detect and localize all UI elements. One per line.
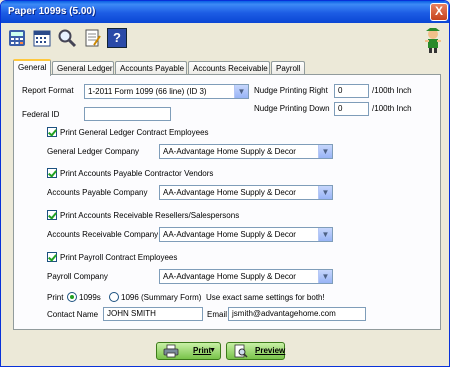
nudge-right-unit: /100th Inch: [372, 86, 412, 95]
chevron-down-icon: ▼: [318, 145, 332, 158]
checkbox-checked-icon: [47, 210, 57, 220]
nudge-down-unit: /100th Inch: [372, 104, 412, 113]
radio-1099s[interactable]: 1099s: [67, 292, 101, 302]
magnifier-icon[interactable]: [57, 28, 77, 48]
chevron-down-icon: ▼: [318, 270, 332, 283]
checkbox-checked-icon: [47, 127, 57, 137]
payroll-company-value: AA-Advantage Home Supply & Decor: [163, 272, 296, 281]
preview-icon: [234, 344, 248, 358]
ap-company-value: AA-Advantage Home Supply & Decor: [163, 188, 296, 197]
print-payroll-label: Print Payroll Contract Employees: [60, 253, 178, 262]
radio-unselected-icon: [109, 292, 119, 302]
nudge-down-label: Nudge Printing Down: [254, 104, 330, 113]
checkbox-checked-icon: [47, 168, 57, 178]
calculator-icon[interactable]: [7, 28, 27, 48]
email-label: Email: [207, 310, 228, 319]
print-ap-label: Print Accounts Payable Contractor Vendor…: [60, 169, 214, 178]
window: Paper 1099s (5.00) X ? General General L…: [0, 0, 450, 367]
ap-company-label: Accounts Payable Company: [47, 188, 148, 197]
contact-name-label: Contact Name: [47, 310, 99, 319]
chevron-down-icon: ▼: [318, 186, 332, 199]
ar-company-select[interactable]: AA-Advantage Home Supply & Decor ▼: [159, 227, 333, 242]
email-input[interactable]: jsmith@advantagehome.com: [228, 307, 366, 321]
preview-button[interactable]: Preview: [226, 342, 285, 360]
toolbar: ?: [1, 23, 449, 57]
tab-accounts-payable[interactable]: Accounts Payable: [115, 61, 187, 75]
print-ar-checkbox[interactable]: Print Accounts Receivable Resellers/Sale…: [47, 210, 239, 220]
notepad-icon[interactable]: [82, 28, 102, 48]
nudge-down-input[interactable]: 0: [334, 102, 369, 116]
ap-company-select[interactable]: AA-Advantage Home Supply & Decor ▼: [159, 185, 333, 200]
gl-company-value: AA-Advantage Home Supply & Decor: [163, 147, 296, 156]
nudge-right-label: Nudge Printing Right: [254, 86, 328, 95]
contact-name-input[interactable]: JOHN SMITH: [103, 307, 203, 321]
preview-button-label: Preview: [255, 346, 286, 355]
print-gl-label: Print General Ledger Contract Employees: [60, 128, 209, 137]
gl-company-label: General Ledger Company: [47, 147, 140, 156]
tab-payroll[interactable]: Payroll: [271, 61, 305, 75]
printer-icon: [163, 344, 179, 358]
close-button[interactable]: X: [430, 3, 448, 21]
dropdown-arrow-icon: ▼: [209, 347, 216, 354]
checkbox-checked-icon: [47, 252, 57, 262]
print-payroll-checkbox[interactable]: Print Payroll Contract Employees: [47, 252, 177, 262]
chevron-down-icon: ▼: [234, 85, 248, 98]
radio-1099s-label: 1099s: [79, 293, 101, 302]
same-settings-note: Use exact same settings for both!: [206, 293, 325, 302]
radio-selected-icon: [67, 292, 77, 302]
tab-general[interactable]: General: [13, 59, 51, 76]
report-format-label: Report Format: [22, 86, 74, 95]
general-panel: Report Format 1-2011 Form 1099 (66 line)…: [13, 74, 441, 330]
window-title: Paper 1099s (5.00): [8, 6, 96, 17]
federal-id-input[interactable]: [84, 107, 171, 121]
chevron-down-icon: ▼: [318, 228, 332, 241]
ar-company-label: Accounts Receivable Company: [47, 230, 159, 239]
calendar-icon[interactable]: [32, 28, 52, 48]
print-gl-checkbox[interactable]: Print General Ledger Contract Employees: [47, 127, 209, 137]
title-bar: Paper 1099s (5.00) X: [1, 1, 449, 23]
radio-1096[interactable]: 1096 (Summary Form): [109, 292, 201, 302]
radio-1096-label: 1096 (Summary Form): [121, 293, 202, 302]
ar-company-value: AA-Advantage Home Supply & Decor: [163, 230, 296, 239]
help-icon[interactable]: ?: [107, 28, 127, 48]
payroll-company-select[interactable]: AA-Advantage Home Supply & Decor ▼: [159, 269, 333, 284]
mascot-icon: [425, 28, 441, 53]
federal-id-label: Federal ID: [22, 110, 60, 119]
print-ar-label: Print Accounts Receivable Resellers/Sale…: [60, 211, 240, 220]
print-ap-checkbox[interactable]: Print Accounts Payable Contractor Vendor…: [47, 168, 213, 178]
payroll-company-label: Payroll Company: [47, 272, 108, 281]
nudge-right-input[interactable]: 0: [334, 84, 369, 98]
print-button[interactable]: Print ▼: [156, 342, 221, 360]
tab-accounts-receivable[interactable]: Accounts Receivable: [188, 61, 270, 75]
report-format-value: 1-2011 Form 1099 (66 line) (ID 3): [88, 87, 207, 96]
gl-company-select[interactable]: AA-Advantage Home Supply & Decor ▼: [159, 144, 333, 159]
print-label: Print: [47, 293, 64, 302]
tab-general-ledger[interactable]: General Ledger: [52, 61, 114, 75]
report-format-select[interactable]: 1-2011 Form 1099 (66 line) (ID 3) ▼: [84, 84, 249, 99]
